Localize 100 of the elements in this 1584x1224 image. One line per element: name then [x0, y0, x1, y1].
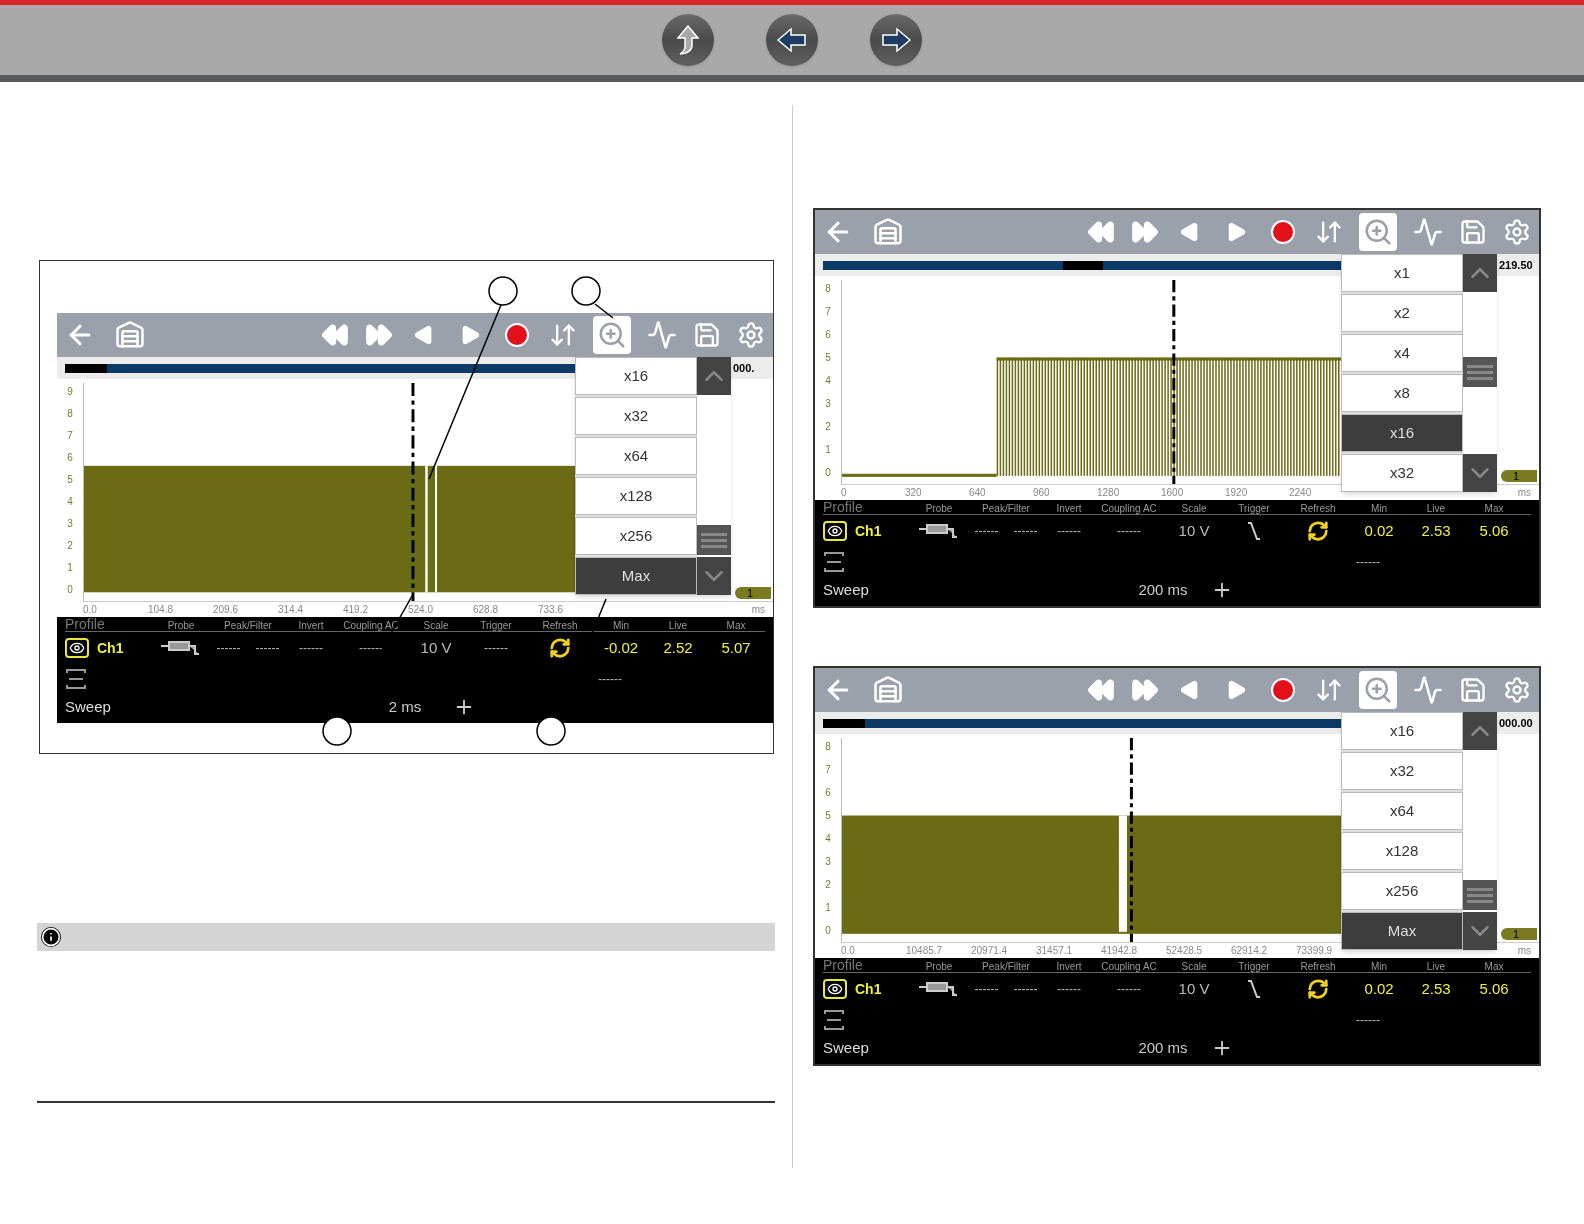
rewind-icon[interactable] [1087, 218, 1115, 246]
zoom-option[interactable]: x256 [575, 517, 697, 555]
x-axis-label: 1280 [1097, 486, 1121, 500]
save-icon[interactable] [1459, 676, 1487, 704]
home-icon[interactable] [873, 217, 903, 247]
peak-filter-value: ------ [255, 640, 280, 657]
position-bar[interactable] [823, 718, 1341, 728]
menu-scrollbar[interactable] [1463, 254, 1497, 492]
menu-scrollbar[interactable] [697, 357, 731, 595]
waveform-icon[interactable] [647, 320, 677, 350]
record-icon[interactable] [1271, 678, 1295, 702]
x-axis-label: 62914.2 [1231, 944, 1269, 958]
rewind-icon[interactable] [1087, 676, 1115, 704]
x-unit-label: ms [1517, 486, 1531, 500]
position-bar[interactable] [65, 363, 575, 373]
position-readout: 000.00 [1499, 715, 1533, 731]
zoom-option[interactable]: x16 [1341, 712, 1463, 750]
back-arrow-button[interactable] [766, 14, 818, 66]
zoom-option[interactable]: Max [575, 557, 697, 595]
zoom-option[interactable]: x4 [1341, 334, 1463, 372]
zoom-option[interactable]: x16 [1341, 414, 1463, 452]
up-arrow-button[interactable] [662, 14, 714, 66]
menu-scrollbar[interactable] [1463, 712, 1497, 950]
x-axis-label: 1920 [1225, 486, 1249, 500]
x-axis-label: 52428.5 [1166, 944, 1204, 958]
sweep-value: 2 ms [387, 696, 423, 717]
eye-icon[interactable] [65, 638, 89, 658]
zoom-button[interactable] [1359, 213, 1397, 251]
x-axis-label: 314.4 [278, 603, 305, 617]
y-axis-label: 3 [825, 857, 831, 867]
column-header: Trigger [1237, 962, 1271, 972]
settings-icon[interactable] [737, 321, 765, 349]
scale-value: 10 V [420, 637, 452, 658]
refresh-value: ------ [598, 671, 622, 688]
position-readout: 219.50 [1499, 257, 1533, 273]
eye-icon[interactable] [823, 521, 847, 541]
rewind-icon[interactable] [321, 321, 349, 349]
x-axis-label: 0.0 [841, 944, 856, 958]
position-bar[interactable] [823, 260, 1341, 270]
zoom-option[interactable]: x8 [1341, 374, 1463, 412]
y-axis-label: 6 [825, 788, 831, 798]
zoom-option[interactable]: x2 [1341, 294, 1463, 332]
record-icon[interactable] [1271, 220, 1295, 244]
channel-marker: 1 [735, 587, 771, 599]
fast-forward-icon[interactable] [1131, 218, 1159, 246]
x-axis-label: 10485.7 [906, 944, 944, 958]
y-axis-label: 1 [67, 563, 73, 573]
column-header: Probe [166, 621, 196, 631]
column-header: Max [1483, 962, 1505, 972]
bracket-icon [65, 668, 87, 690]
refresh-icon[interactable] [549, 637, 571, 659]
column-header: Refresh [541, 621, 579, 631]
x-unit-label: ms [751, 603, 765, 617]
column-header: Probe [924, 962, 954, 972]
coupling-value: ------ [1117, 981, 1141, 998]
forward-arrow-button[interactable] [870, 14, 922, 66]
refresh-value: ------ [1356, 1012, 1380, 1029]
y-axis-label: 3 [825, 399, 831, 409]
eye-icon[interactable] [823, 979, 847, 999]
home-icon[interactable] [115, 320, 145, 350]
save-icon[interactable] [693, 321, 721, 349]
zoom-option[interactable]: x256 [1341, 872, 1463, 910]
waveform-icon[interactable] [1413, 217, 1443, 247]
zoom-option[interactable]: x1 [1341, 254, 1463, 292]
column-header: Peak/Filter [981, 504, 1031, 514]
zoom-button[interactable] [1359, 671, 1397, 709]
peak-filter-value: ------ [1013, 981, 1038, 998]
column-header: Max [725, 621, 747, 631]
sweep-value: 200 ms [1137, 1037, 1189, 1058]
home-icon[interactable] [873, 675, 903, 705]
zoom-option[interactable]: x64 [1341, 792, 1463, 830]
record-icon[interactable] [505, 323, 529, 347]
zoom-option[interactable]: x64 [575, 437, 697, 475]
refresh-icon[interactable] [1307, 520, 1329, 542]
save-icon[interactable] [1459, 218, 1487, 246]
zoom-option[interactable]: x32 [1341, 752, 1463, 790]
fast-forward-icon[interactable] [365, 321, 393, 349]
invert-value: ------ [299, 640, 323, 657]
column-header: Coupling AC [342, 621, 400, 631]
zoom-button[interactable] [593, 316, 631, 354]
column-header: Scale [1180, 504, 1208, 514]
zoom-option[interactable]: x128 [1341, 832, 1463, 870]
column-header: Invert [1055, 962, 1083, 972]
zoom-option[interactable]: x16 [575, 357, 697, 395]
zoom-option[interactable]: x128 [575, 477, 697, 515]
x-axis-label: 1600 [1161, 486, 1185, 500]
zoom-option[interactable]: x32 [1341, 454, 1463, 492]
min-value: -0.02 [603, 637, 639, 658]
settings-icon[interactable] [1503, 218, 1531, 246]
refresh-icon[interactable] [1307, 978, 1329, 1000]
x-axis-label: 209.6 [213, 603, 240, 617]
callout-marker [571, 276, 614, 319]
x-axis-label: 31457.1 [1036, 944, 1074, 958]
zoom-option[interactable]: Max [1341, 912, 1463, 950]
y-axis-label: 3 [67, 519, 73, 529]
max-value: 5.06 [1479, 520, 1509, 541]
waveform-icon[interactable] [1413, 675, 1443, 705]
fast-forward-icon[interactable] [1131, 676, 1159, 704]
settings-icon[interactable] [1503, 676, 1531, 704]
zoom-option[interactable]: x32 [575, 397, 697, 435]
